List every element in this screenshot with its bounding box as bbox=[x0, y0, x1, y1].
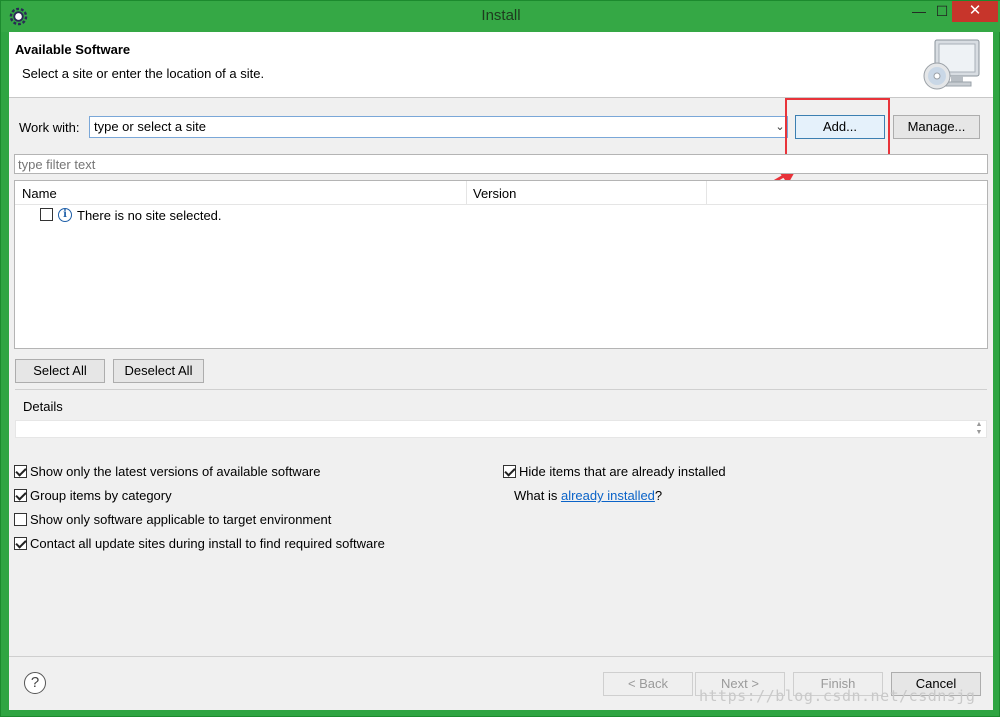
row-checkbox[interactable] bbox=[40, 208, 53, 221]
select-all-button[interactable]: Select All bbox=[15, 359, 105, 383]
scroll-arrows-icon[interactable]: ▲ ▼ bbox=[972, 421, 986, 437]
what-is-prefix: What is bbox=[514, 488, 561, 503]
show-latest-label: Show only the latest versions of availab… bbox=[30, 464, 321, 479]
close-button[interactable]: ✕ bbox=[952, 1, 998, 22]
work-with-combo[interactable]: type or select a site bbox=[89, 116, 788, 138]
install-window: Install — ☐ ✕ Available Software Select … bbox=[0, 0, 1000, 717]
tree-header: Name Version bbox=[15, 181, 987, 205]
group-by-category-label: Group items by category bbox=[30, 488, 172, 503]
hide-installed-label: Hide items that are already installed bbox=[519, 464, 726, 479]
contact-all-sites-label: Contact all update sites during install … bbox=[30, 536, 385, 551]
software-tree[interactable]: Name Version i There is no site selected… bbox=[14, 180, 988, 349]
work-with-label: Work with: bbox=[19, 120, 80, 135]
install-monitor-cd-icon bbox=[923, 39, 980, 90]
column-header-name[interactable]: Name bbox=[22, 186, 57, 201]
footer-separator bbox=[9, 656, 993, 657]
window-title: Install bbox=[481, 7, 521, 24]
show-applicable-label: Show only software applicable to target … bbox=[30, 512, 332, 527]
what-is-installed-text: What is already installed? bbox=[514, 488, 662, 506]
page-description: Select a site or enter the location of a… bbox=[22, 66, 265, 81]
help-icon[interactable]: ? bbox=[24, 672, 46, 694]
show-applicable-checkbox[interactable] bbox=[14, 513, 27, 526]
hide-installed-checkbox[interactable] bbox=[503, 465, 516, 478]
filter-input[interactable] bbox=[14, 154, 988, 174]
dialog-client-area: Available Software Select a site or ente… bbox=[9, 32, 993, 710]
deselect-all-button[interactable]: Deselect All bbox=[113, 359, 204, 383]
column-header-version[interactable]: Version bbox=[473, 186, 516, 201]
page-title: Available Software bbox=[15, 42, 131, 57]
red-highlight-box bbox=[785, 98, 890, 157]
group-by-category-checkbox[interactable] bbox=[14, 489, 27, 502]
contact-all-sites-checkbox[interactable] bbox=[14, 537, 27, 550]
separator bbox=[15, 389, 987, 390]
show-latest-checkbox[interactable] bbox=[14, 465, 27, 478]
info-icon: i bbox=[58, 208, 72, 222]
already-installed-link[interactable]: already installed bbox=[561, 488, 655, 503]
back-button[interactable]: < Back bbox=[603, 672, 693, 696]
tree-row-label: There is no site selected. bbox=[77, 208, 222, 223]
details-label: Details bbox=[23, 399, 63, 414]
what-is-suffix: ? bbox=[654, 488, 663, 503]
column-divider[interactable] bbox=[706, 181, 707, 205]
minimize-button[interactable]: — bbox=[907, 1, 931, 22]
watermark: https://blog.csdn.net/csdnsjg bbox=[699, 687, 976, 705]
wizard-header: Available Software Select a site or ente… bbox=[9, 32, 993, 98]
title-bar[interactable]: Install — ☐ ✕ bbox=[1, 1, 1000, 32]
details-text-area[interactable]: ▲ ▼ bbox=[15, 420, 987, 438]
column-divider[interactable] bbox=[466, 181, 467, 205]
manage-sites-button[interactable]: Manage... bbox=[893, 115, 980, 139]
